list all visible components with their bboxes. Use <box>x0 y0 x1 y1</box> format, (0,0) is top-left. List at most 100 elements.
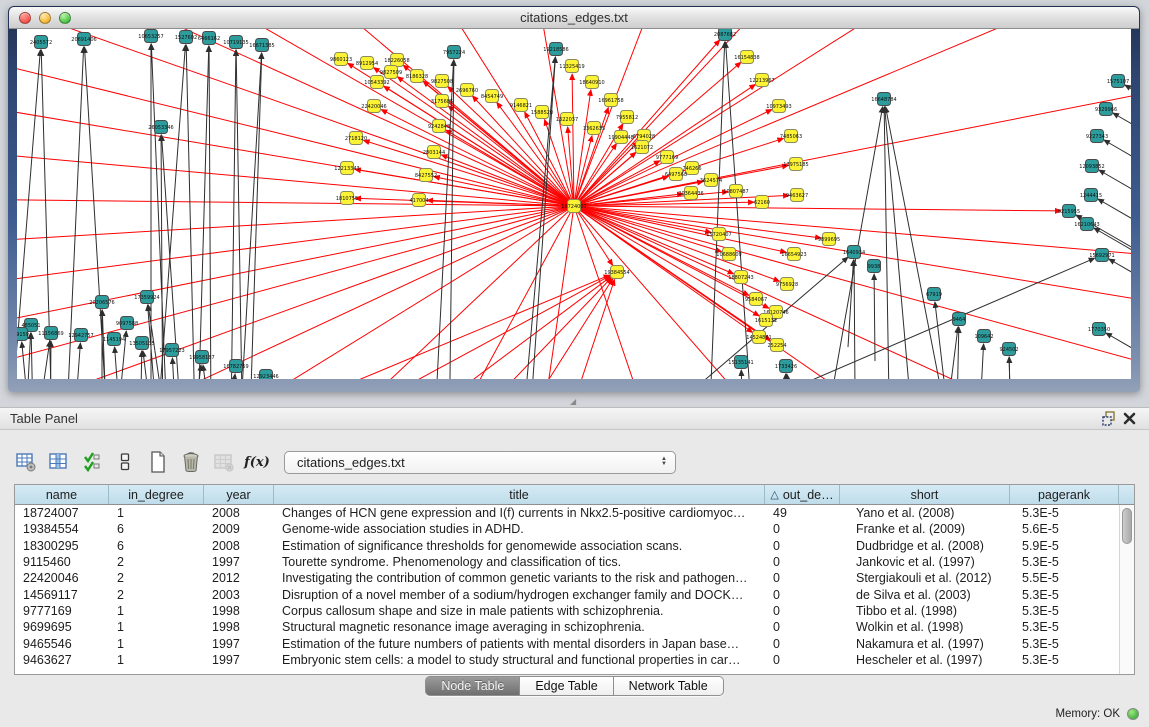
close-panel-icon[interactable] <box>1119 410 1139 428</box>
citation-edge-black <box>74 343 80 379</box>
graph-node-label: 252254 <box>767 343 786 349</box>
table-cell: Tourette syndrome. Phenomenology and cla… <box>274 554 765 570</box>
tab-edge-table[interactable]: Edge Table <box>520 676 613 696</box>
citation-edge-red <box>197 29 574 206</box>
table-cell: 5.3E-5 <box>1010 635 1119 651</box>
table-cell: 0 <box>765 586 840 602</box>
column-header-out_de[interactable]: △out_de… <box>765 485 840 504</box>
import-table-icon <box>212 450 236 474</box>
citation-edge-red <box>574 206 1131 369</box>
graph-node-label: 12975185 <box>783 162 808 168</box>
column-header-short[interactable]: short <box>840 485 1010 504</box>
show-columns-icon[interactable] <box>47 450 71 474</box>
vertical-scrollbar[interactable] <box>1119 505 1134 674</box>
citation-edge-red <box>17 206 574 244</box>
tab-network-table[interactable]: Network Table <box>614 676 724 696</box>
table-row[interactable]: 969969511998Structural magnetic resonanc… <box>15 619 1119 635</box>
split-divider-handle[interactable]: ◢ <box>570 398 580 406</box>
memory-status-label: Memory: OK <box>1055 708 1120 720</box>
graph-node-label: 12093852 <box>1079 164 1104 170</box>
tab-node-table[interactable]: Node Table <box>425 676 520 696</box>
scrollbar-thumb[interactable] <box>1122 508 1132 544</box>
table-cell: Hescheler et al. (1997) <box>840 652 1010 668</box>
table-panel: Table Panel f(x) citations_edges.txt▲▼ na… <box>0 407 1149 727</box>
column-header-label: in_degree <box>128 488 184 502</box>
function-builder-icon[interactable]: f(x) <box>245 450 269 474</box>
citation-network-graph[interactable]: 2405572206914061065325715276026466162107… <box>17 29 1131 379</box>
graph-node-label: 39159 <box>17 332 29 338</box>
table-cell: Yano et al. (2008) <box>840 505 1010 521</box>
column-header-in_degree[interactable]: in_degree <box>109 485 204 504</box>
citation-edge-black <box>781 374 786 379</box>
table-tabs-row: Node TableEdge TableNetwork Table <box>0 676 1149 697</box>
graph-node-label: 10688609 <box>716 252 741 258</box>
column-header-title[interactable]: title <box>274 485 765 504</box>
citation-edge-black <box>209 46 211 379</box>
table-row[interactable]: 977716911998Corpus callosum shape and si… <box>15 603 1119 619</box>
table-row[interactable]: 1456911722003Disruption of a novel membe… <box>15 586 1119 602</box>
graph-node-label: 3624574 <box>700 178 722 184</box>
graph-node-label: 18724007 <box>561 204 586 210</box>
table-cell: 5.5E-5 <box>1010 570 1119 586</box>
delete-column-icon[interactable] <box>179 450 203 474</box>
citation-edge-black <box>787 374 796 379</box>
graph-node-label: 16671385 <box>249 43 274 49</box>
table-cell: 5.3E-5 <box>1010 554 1119 570</box>
table-cell: Wolkin et al. (1998) <box>840 619 1010 635</box>
table-cell: 2009 <box>204 521 274 537</box>
table-row[interactable]: 1830029562008Estimation of significance … <box>15 538 1119 554</box>
graph-node-label: 1362635 <box>583 126 605 132</box>
citation-edge-red <box>441 155 574 206</box>
network-canvas[interactable]: 2405572206914061065325715276026466162107… <box>17 29 1131 379</box>
create-column-icon[interactable] <box>146 450 170 474</box>
column-header-name[interactable]: name <box>15 485 109 504</box>
table-row[interactable]: 1938455462009Genome-wide association stu… <box>15 521 1119 537</box>
graph-node-label: 9756928 <box>776 282 798 288</box>
graph-node-label: 9827509 <box>380 70 402 76</box>
table-row[interactable]: 911546021997Tourette syndrome. Phenomeno… <box>15 554 1119 570</box>
graph-node-label: 13505135 <box>129 341 154 347</box>
citation-edge-black <box>172 358 177 379</box>
graph-node-label: 17359924 <box>134 295 159 301</box>
table-cell: 6 <box>109 521 204 537</box>
column-header-pagerank[interactable]: pagerank <box>1010 485 1119 504</box>
citation-edge-black <box>186 45 195 379</box>
table-row[interactable]: 946554611997Estimation of the future num… <box>15 635 1119 651</box>
graph-node-label: 26053346 <box>148 125 173 131</box>
table-mode-icon[interactable] <box>14 450 38 474</box>
graph-node-label: 1588520 <box>531 110 553 116</box>
row-selection-icon[interactable] <box>80 450 104 474</box>
table-cell: 22420046 <box>15 570 109 586</box>
rows-icon[interactable] <box>113 450 137 474</box>
float-panel-icon[interactable] <box>1099 410 1119 428</box>
column-header-label: pagerank <box>1038 488 1090 502</box>
network-window-titlebar[interactable]: citations_edges.txt <box>9 7 1139 29</box>
graph-node-label: 20206576 <box>89 300 114 306</box>
table-row[interactable]: 946362711997Embryonic stem cells: a mode… <box>15 652 1119 668</box>
graph-node-label: 8427552 <box>415 173 437 179</box>
citation-edge-black <box>162 135 181 379</box>
graph-node-label: 19958187 <box>189 355 214 361</box>
citation-edge-red <box>574 206 1061 211</box>
graph-node-label: 8912954 <box>356 61 378 67</box>
graph-node-label: 10719135 <box>223 40 248 46</box>
graph-node-label: 12923446 <box>253 374 278 379</box>
graph-node-label: 16648784 <box>871 97 896 103</box>
graph-node-label: 7955812 <box>616 115 638 121</box>
column-header-year[interactable]: year <box>204 485 274 504</box>
table-row[interactable]: 1872400712008Changes of HCN gene express… <box>15 505 1119 521</box>
citation-edge-black <box>741 370 744 379</box>
table-panel-header: Table Panel <box>0 407 1149 430</box>
graph-node-label: 9938 <box>868 264 881 270</box>
table-row[interactable]: 2242004622012Investigating the contribut… <box>15 570 1119 586</box>
table-select-dropdown[interactable]: citations_edges.txt▲▼ <box>284 451 676 474</box>
graph-node-label: 9146821 <box>510 103 532 109</box>
table-cell: 9465546 <box>15 635 109 651</box>
table-cell: 1998 <box>204 603 274 619</box>
table-cell: Changes of HCN gene expression and I(f) … <box>274 505 765 521</box>
table-cell: 14569117 <box>15 586 109 602</box>
citation-edge-black <box>947 327 958 379</box>
table-cell: 5.6E-5 <box>1010 521 1119 537</box>
graph-node-label: 417004 <box>409 198 428 204</box>
table-toolbar: f(x) citations_edges.txt▲▼ <box>14 449 676 475</box>
